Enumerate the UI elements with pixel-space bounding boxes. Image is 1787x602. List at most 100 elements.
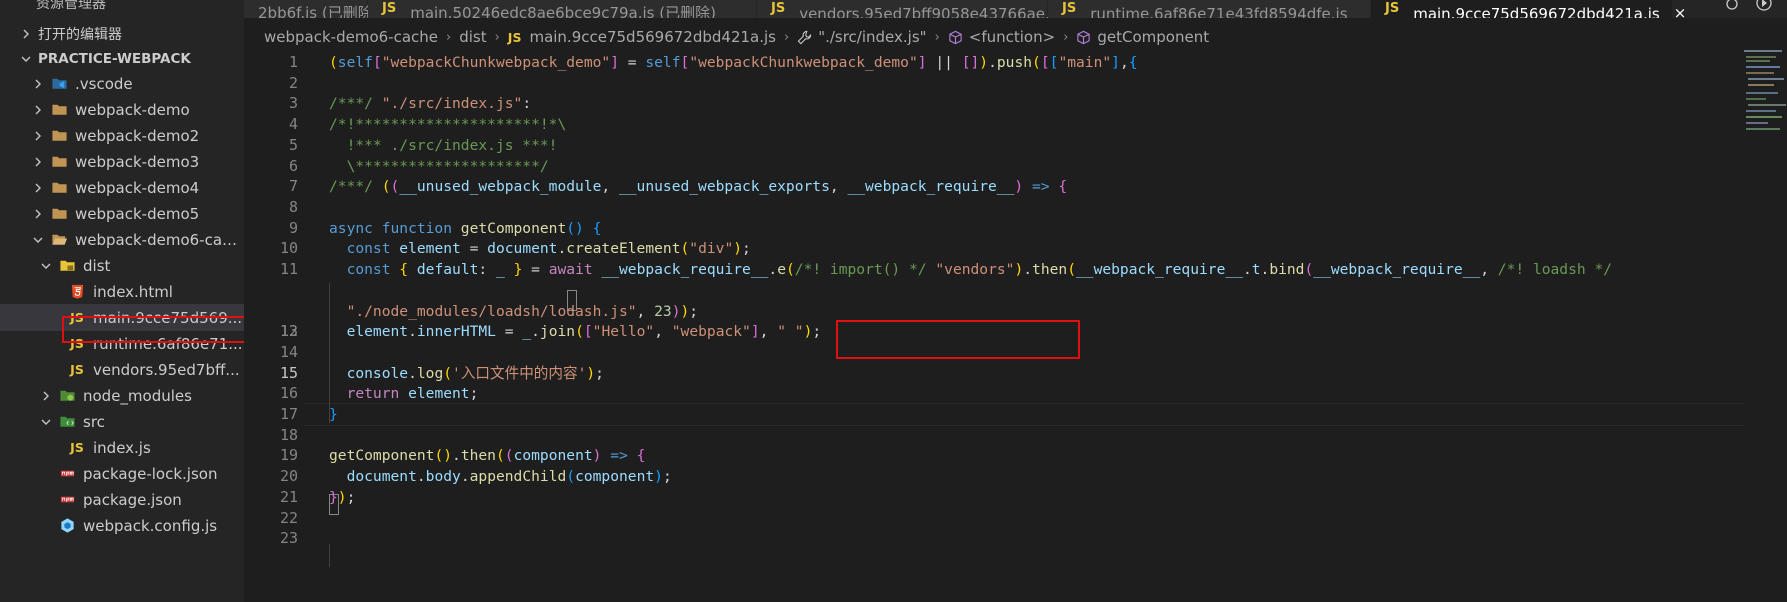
js-file-icon: JS	[70, 440, 84, 455]
code-token: ]	[917, 54, 927, 71]
code-token: )	[586, 364, 596, 382]
tree-item[interactable]: node_modules	[0, 382, 244, 409]
code-token: )	[979, 54, 989, 71]
code-token: await	[548, 261, 602, 278]
editor-actions	[1723, 0, 1787, 18]
tree-item[interactable]: package-lock.json	[0, 460, 244, 487]
code-token: console	[346, 364, 409, 382]
tree-item-label: webpack-demo2	[75, 126, 200, 145]
cube-icon	[948, 30, 963, 45]
webpack-icon	[58, 517, 76, 535]
tree-item[interactable]: webpack-demo5	[0, 200, 244, 227]
tree-item[interactable]: webpack-demo3	[0, 148, 244, 175]
code-token: "main"	[1058, 54, 1112, 71]
tree-item[interactable]: package.json	[0, 486, 244, 513]
code-token: .	[1260, 261, 1270, 278]
folder-icon	[50, 205, 68, 223]
tab-main-deleted[interactable]: JS main.50246edc8ae6bce9c79a.js (已删除)	[368, 0, 757, 18]
code-token: ||	[926, 54, 962, 71]
tree-item[interactable]: webpack-demo4	[0, 174, 244, 201]
code-token: ;	[689, 302, 699, 320]
code-token: =	[619, 54, 646, 71]
folder-open-icon	[50, 231, 68, 249]
breadcrumb-module[interactable]: "./src/index.js"	[818, 28, 926, 46]
src-folder-icon	[58, 413, 76, 431]
code-token: then	[1032, 261, 1068, 278]
code-token: [	[1040, 54, 1050, 71]
tree-item[interactable]: src	[0, 408, 244, 435]
code-token: )	[337, 488, 347, 506]
breadcrumb-symbol[interactable]: getComponent	[1097, 28, 1209, 46]
js-file-icon: JS	[70, 336, 84, 351]
tree-item[interactable]: dist	[0, 252, 244, 279]
code-token: \*********************/	[329, 157, 549, 175]
tree-item[interactable]: webpack-demo2	[0, 122, 244, 149]
close-tab-icon[interactable]: ×	[1674, 4, 1687, 18]
tab-vendors[interactable]: JS vendors.95ed7bff9058e43766ae.js	[757, 0, 1062, 18]
chevron-right-icon: ›	[446, 29, 452, 45]
tree-item[interactable]: webpack.config.js	[0, 512, 244, 539]
code-token: (	[443, 364, 453, 382]
tree-item-label: node_modules	[83, 386, 192, 405]
code-token: t	[1251, 261, 1261, 278]
tree-item-label: src	[83, 412, 105, 431]
code-token: .	[557, 240, 567, 258]
js-file-icon: JS	[382, 1, 397, 16]
code-token: )	[680, 302, 690, 320]
code-token: (	[329, 54, 338, 71]
breadcrumb-file[interactable]: main.9cce75d569672dbd421a.js	[529, 28, 776, 46]
code-token: =>	[610, 447, 628, 465]
tree-item-label: main.9cce75d569...	[93, 308, 243, 327]
code-token: join	[539, 323, 576, 341]
breadcrumb: webpack-demo6-cache › dist › JS main.9cc…	[244, 26, 1744, 48]
tree-item[interactable]: JS vendors.95ed7bff...	[0, 356, 244, 383]
tree-item[interactable]: .vscode	[0, 70, 244, 97]
code-token: __webpack_require__	[601, 261, 769, 278]
code-token: createElement	[566, 240, 681, 258]
code-token: .	[408, 364, 417, 382]
minimap[interactable]	[1744, 50, 1787, 602]
debug-icon[interactable]	[1723, 0, 1741, 18]
tab-runtime[interactable]: JS runtime.6af86e71e43fd8594dfe.js	[1048, 0, 1371, 18]
run-icon[interactable]	[1755, 0, 1773, 18]
tree-item[interactable]: webpack-demo6-cac...	[0, 226, 244, 253]
breadcrumb-folder[interactable]: webpack-demo6-cache	[264, 28, 438, 46]
code-token: {	[1058, 178, 1068, 196]
code-token: ;	[346, 488, 356, 506]
code-token: :	[522, 95, 532, 113]
code-editor[interactable]: 1 (self["webpackChunkwebpack_demo"] = sel…	[244, 50, 1744, 602]
npm-icon	[58, 491, 76, 509]
project-section[interactable]: PRACTICE-WEBPACK	[0, 45, 244, 72]
code-token: ;	[595, 364, 604, 382]
open-editors-section[interactable]: 打开的编辑器	[0, 20, 244, 47]
code-token: " "	[777, 323, 804, 341]
editor-tab-bar: 2bb6f.js (已删除) JS main.50246edc8ae6bce9c…	[244, 0, 1787, 18]
code-line: 23	[244, 527, 1744, 551]
code-token: __webpack_require__	[1076, 261, 1243, 278]
tab-main-active[interactable]: JS main.9cce75d569672dbd421a.js ×	[1371, 0, 1686, 18]
chevron-right-icon: ›	[1063, 29, 1069, 45]
tab-deleted-1[interactable]: 2bb6f.js (已删除)	[244, 0, 379, 18]
tree-item-label: webpack.config.js	[83, 516, 218, 535]
chevron-right-icon: ›	[783, 29, 790, 45]
code-token: 23	[654, 302, 672, 320]
tree-item-label: package-lock.json	[83, 464, 218, 483]
code-token: function	[381, 219, 461, 237]
more-actions-icon[interactable]: ···	[204, 0, 224, 9]
tree-item[interactable]: JS main.9cce75d569...	[0, 304, 244, 331]
code-token: ,	[636, 302, 655, 320]
tree-item[interactable]: JS index.js	[0, 434, 244, 461]
open-editors-label: 打开的编辑器	[38, 26, 122, 43]
tree-item[interactable]: webpack-demo	[0, 96, 244, 123]
breadcrumb-function[interactable]: <function>	[969, 28, 1055, 46]
code-token: }	[329, 488, 338, 506]
code-token: "./src/index.js"	[381, 95, 523, 113]
folder-icon	[50, 153, 68, 171]
tree-item[interactable]: index.html	[0, 278, 244, 305]
breadcrumb-subfolder[interactable]: dist	[459, 28, 486, 46]
tree-item[interactable]: JS runtime.6af86e71...	[0, 330, 244, 357]
code-token: =	[522, 261, 549, 278]
code-token: innerHTML	[416, 323, 496, 341]
